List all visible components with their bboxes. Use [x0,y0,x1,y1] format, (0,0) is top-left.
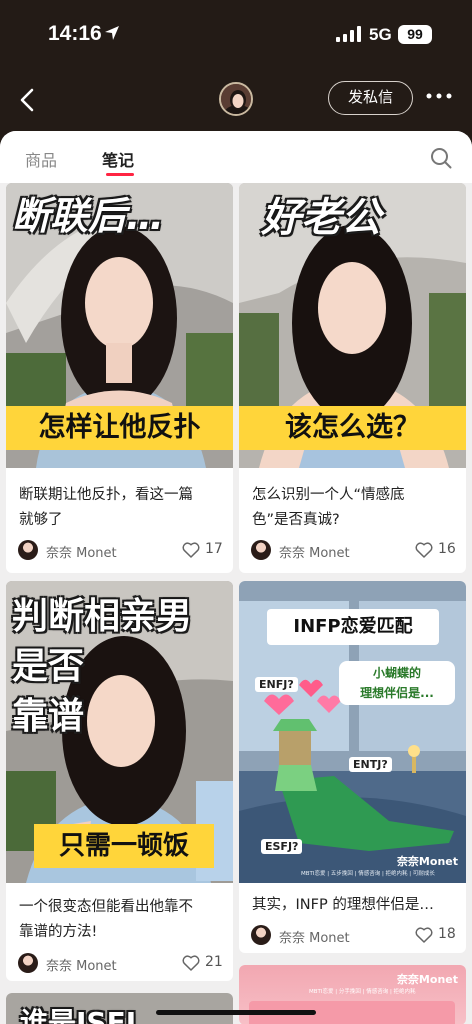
author-name[interactable]: 奈奈 Monet [279,927,350,946]
note-cover: INFP恋爱匹配 小蝴蝶的 理想伴侣是... ENFJ? ENTJ? ESFJ?… [239,581,466,883]
mbti-tag: ENFJ? [255,677,298,692]
more-options-icon[interactable] [426,92,452,100]
note-title-line: 怎么识别一个人“情感底 [252,487,405,503]
cover-headline: 谁是ISFJ [20,1006,137,1024]
watermark: 奈奈Monet [396,973,458,986]
note-title-line: 其实，INFP 的理想伴侣是… [252,897,434,913]
tab-active-indicator [106,173,134,176]
cover-bubble-line: 小蝴蝶的 [372,666,421,680]
note-cover: 判断相亲男 是否 靠谱 只需一顿饭 [6,581,233,883]
note-title: 断联期让他反扑，看这一篇 就够了 [19,483,223,533]
author-name[interactable]: 奈奈 Monet [46,542,117,561]
signal-icon [336,26,361,42]
network-label: 5G [369,25,392,44]
mbti-tag: ESFJ? [261,839,303,854]
note-title-line: 断联期让他反扑，看这一篇 [19,487,193,503]
note-card[interactable]: 判断相亲男 是否 靠谱 只需一顿饭 一个很变态但能看出他靠不 靠谱的方法! 奈奈… [6,581,233,981]
cover-headline: 好老公 [261,195,381,241]
note-title-line: 色”是否真诚? [252,512,340,528]
note-card[interactable]: INFP恋爱匹配 小蝴蝶的 理想伴侣是... ENFJ? ENTJ? ESFJ?… [239,581,466,953]
like-count: 17 [205,541,223,557]
author-avatar[interactable] [18,953,38,973]
cover-bubble: 小蝴蝶的 理想伴侣是... [339,661,455,705]
heart-icon[interactable] [415,542,433,558]
tab-bar: 商品 笔记 [0,131,472,183]
cover-banner: INFP恋爱匹配 [267,609,439,645]
author-avatar[interactable] [18,540,38,560]
cover-headline: 断联后… [12,194,165,238]
tab-notes[interactable]: 笔记 [102,147,134,171]
search-icon[interactable] [430,147,452,169]
profile-header: 发私信 [0,70,472,130]
author-avatar[interactable] [251,540,271,560]
note-cover: 好老公 该怎么选？ [239,183,466,468]
author-avatar[interactable] [251,925,271,945]
watermark-subtitle: MBTI恋爱 | 五步挽回 | 情感咨询 | 拒绝内耗 | 可耐成长 [301,871,435,877]
note-cover: 奈奈Monet MBTI恋爱 | 分手挽回 | 情感咨询 | 拒绝内耗 [239,965,466,1024]
back-icon[interactable] [18,88,38,112]
heart-icon[interactable] [182,542,200,558]
cover-caption: 只需一顿饭 [34,824,214,868]
avatar-portrait-icon [221,84,251,114]
note-title-line: 靠谱的方法! [19,924,98,940]
like-count: 18 [438,926,456,942]
tab-products[interactable]: 商品 [25,147,57,171]
cover-bubble-line: 理想伴侣是... [360,686,434,700]
send-message-button[interactable]: 发私信 [328,81,413,115]
location-arrow-icon [105,26,119,40]
mbti-tag: ENTJ? [349,757,392,772]
heart-icon[interactable] [415,927,433,943]
like-count: 16 [438,541,456,557]
note-card[interactable]: 断联后… 怎样让他反扑 断联期让他反扑，看这一篇 就够了 奈奈 Monet 17 [6,183,233,573]
note-card[interactable]: 谁是ISFJ [6,993,233,1024]
cover-headline: 判断相亲男 [12,596,193,637]
status-bar: 14:16 5G 99 [0,0,472,70]
cover-caption: 怎样让他反扑 [6,406,233,450]
watermark-subtitle: MBTI恋爱 | 分手挽回 | 情感咨询 | 拒绝内耗 [309,989,416,995]
note-title-line: 就够了 [19,512,63,528]
heart-icon[interactable] [182,955,200,971]
note-cover: 谁是ISFJ [6,993,233,1024]
author-name[interactable]: 奈奈 Monet [46,955,117,974]
cover-headline: 是否 [12,646,85,687]
note-title: 其实，INFP 的理想伴侣是… [252,893,456,918]
note-card[interactable]: 奈奈Monet MBTI恋爱 | 分手挽回 | 情感咨询 | 拒绝内耗 [239,965,466,1024]
cover-headline: 靠谱 [12,696,85,737]
author-name[interactable]: 奈奈 Monet [279,542,350,561]
content-panel: 商品 笔记 断联后… 怎样让他反扑 断联期让他反扑，看这一篇 就够了 奈奈 Mo… [0,131,472,1024]
like-count: 21 [205,954,223,970]
status-time: 14:16 [48,22,102,45]
watermark: 奈奈Monet [396,855,458,868]
avatar[interactable] [219,82,253,116]
note-title-line: 一个很变态但能看出他靠不 [19,899,193,915]
note-card[interactable]: 好老公 该怎么选？ 怎么识别一个人“情感底 色”是否真诚? 奈奈 Monet 1… [239,183,466,573]
battery-indicator: 99 [398,25,432,44]
note-title: 一个很变态但能看出他靠不 靠谱的方法! [19,895,223,945]
note-cover: 断联后… 怎样让他反扑 [6,183,233,468]
home-indicator[interactable] [156,1010,316,1015]
note-title: 怎么识别一个人“情感底 色”是否真诚? [252,483,456,533]
cover-caption: 该怎么选？ [239,406,466,450]
